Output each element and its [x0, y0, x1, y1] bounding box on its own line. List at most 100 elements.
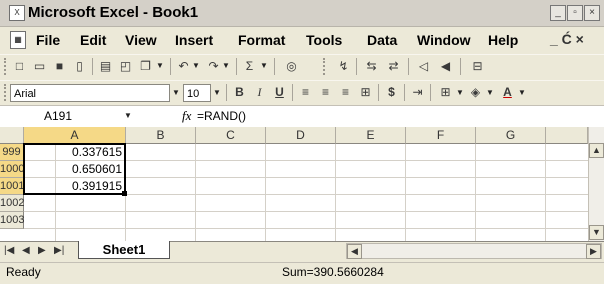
chevron-down-icon[interactable]: ▼ — [484, 85, 496, 101]
align-right-icon[interactable]: ≡ — [338, 85, 353, 100]
separator — [404, 84, 405, 101]
standard-toolbar — [0, 54, 604, 80]
italic-icon[interactable]: I — [252, 85, 267, 100]
print-icon[interactable]: ▤ — [98, 59, 113, 74]
separator — [92, 58, 93, 75]
column-header[interactable]: B — [126, 127, 196, 144]
row-header[interactable]: 999 — [0, 144, 24, 161]
next-sheet-icon[interactable]: ▶ — [38, 245, 46, 256]
help-icon[interactable]: ◎ — [284, 59, 299, 74]
name-box[interactable]: A191 — [16, 107, 112, 125]
menu-view[interactable]: View — [125, 32, 157, 48]
column-header[interactable]: A — [24, 127, 126, 144]
menu-tools[interactable]: Tools — [306, 32, 342, 48]
menu-edit[interactable]: Edit — [80, 32, 106, 48]
chevron-down-icon[interactable]: ▼ — [170, 85, 182, 101]
previous-sheet-icon[interactable]: ◀ — [22, 245, 30, 256]
separator — [378, 84, 379, 101]
row-header[interactable]: 1000 — [0, 161, 24, 178]
increase-indent-icon[interactable]: ⇥ — [410, 85, 425, 100]
fill-color-icon[interactable]: ◈ — [468, 85, 483, 100]
accept-change-icon[interactable]: ⇄ — [386, 59, 401, 74]
cell[interactable] — [24, 195, 126, 212]
autosum-icon[interactable]: Σ — [242, 59, 257, 74]
chevron-down-icon[interactable]: ▼ — [154, 58, 166, 74]
chevron-down-icon[interactable]: ▼ — [258, 58, 270, 74]
column-header[interactable]: E — [336, 127, 406, 144]
excel-window: X Microsoft Excel - Book1 _ ▫ × ▦ File E… — [0, 0, 604, 284]
font-name-select[interactable]: Arial — [10, 84, 170, 102]
fill-handle[interactable] — [122, 191, 127, 196]
separator — [226, 84, 227, 101]
borders-icon[interactable]: ⊞ — [438, 85, 453, 100]
select-all-corner[interactable] — [0, 127, 24, 144]
insert-function-icon[interactable]: fx — [182, 107, 191, 125]
row-header[interactable]: 1003 — [0, 212, 24, 229]
font-size-select[interactable]: 10 — [183, 84, 211, 102]
copy-icon[interactable]: ❐ — [138, 59, 153, 74]
status-ready: Ready — [6, 265, 41, 279]
menu-file[interactable]: File — [36, 32, 60, 48]
menu-insert[interactable]: Insert — [175, 32, 213, 48]
undo-icon[interactable]: ↶ — [176, 59, 191, 74]
chevron-down-icon[interactable]: ▼ — [190, 58, 202, 74]
chevron-down-icon[interactable]: ▼ — [454, 85, 466, 101]
print-preview-icon[interactable]: ◰ — [118, 59, 133, 74]
chevron-down-icon[interactable]: ▼ — [122, 108, 134, 124]
separator — [274, 58, 275, 75]
separator — [292, 84, 293, 101]
track-changes-icon[interactable]: ⇆ — [364, 59, 379, 74]
next-comment-icon[interactable]: ◀ — [438, 59, 453, 74]
column-header[interactable] — [546, 127, 588, 144]
horizontal-scrollbar[interactable] — [346, 243, 602, 259]
chevron-down-icon[interactable]: ▼ — [211, 85, 223, 101]
menu-help[interactable]: Help — [488, 32, 518, 48]
bold-icon[interactable]: B — [232, 85, 247, 100]
separator — [236, 58, 237, 75]
scroll-down-icon[interactable]: ▼ — [589, 225, 604, 240]
toolbar-grip[interactable] — [4, 84, 9, 101]
underline-icon[interactable]: U — [272, 85, 287, 100]
formula-input[interactable]: =RAND() — [197, 107, 246, 125]
workbook-icon[interactable]: ▦ — [10, 31, 26, 49]
separator — [408, 58, 409, 75]
first-sheet-icon[interactable]: |◀ — [4, 245, 14, 256]
redo-icon[interactable]: ↷ — [206, 59, 221, 74]
last-sheet-icon[interactable]: ▶| — [54, 245, 64, 256]
reviewing-icon[interactable]: ↯ — [336, 59, 351, 74]
document-window-controls[interactable]: _ Ć × — [550, 31, 584, 47]
align-left-icon[interactable]: ≡ — [298, 85, 313, 100]
currency-icon[interactable]: $ — [384, 85, 399, 100]
sheet-tab[interactable]: Sheet1 — [78, 241, 170, 259]
excel-icon[interactable]: X — [9, 5, 25, 21]
menu-format[interactable]: Format — [238, 32, 285, 48]
close-button[interactable]: × — [584, 5, 600, 21]
minimize-button[interactable]: _ — [550, 5, 566, 21]
merge-center-icon[interactable]: ⊞ — [358, 85, 373, 100]
toolbar-grip[interactable] — [323, 58, 328, 75]
menu-data[interactable]: Data — [367, 32, 397, 48]
toolbar-grip[interactable] — [4, 58, 9, 75]
restore-button[interactable]: ▫ — [567, 5, 583, 21]
menu-window[interactable]: Window — [417, 32, 471, 48]
open-icon[interactable]: ▭ — [32, 59, 47, 74]
align-center-icon[interactable]: ≡ — [318, 85, 333, 100]
font-color-icon[interactable]: A — [500, 85, 515, 100]
scroll-up-icon[interactable]: ▲ — [589, 143, 604, 158]
row-header[interactable]: 1001 — [0, 178, 24, 195]
chevron-down-icon[interactable]: ▼ — [516, 85, 528, 101]
previous-comment-icon[interactable]: ◁ — [416, 59, 431, 74]
row-header[interactable]: 1002 — [0, 195, 24, 212]
scroll-left-icon[interactable]: ◀ — [347, 244, 362, 259]
column-header[interactable]: C — [196, 127, 266, 144]
chevron-down-icon[interactable]: ▼ — [220, 58, 232, 74]
end-review-icon[interactable]: ⊟ — [470, 59, 485, 74]
column-header[interactable]: G — [476, 127, 546, 144]
column-header[interactable]: D — [266, 127, 336, 144]
column-header[interactable]: F — [406, 127, 476, 144]
scroll-right-icon[interactable]: ▶ — [586, 244, 601, 259]
new-icon[interactable]: □ — [12, 59, 27, 74]
save-icon[interactable]: ■ — [52, 59, 67, 74]
cell[interactable] — [24, 212, 126, 229]
permission-icon[interactable]: ▯ — [72, 59, 87, 74]
